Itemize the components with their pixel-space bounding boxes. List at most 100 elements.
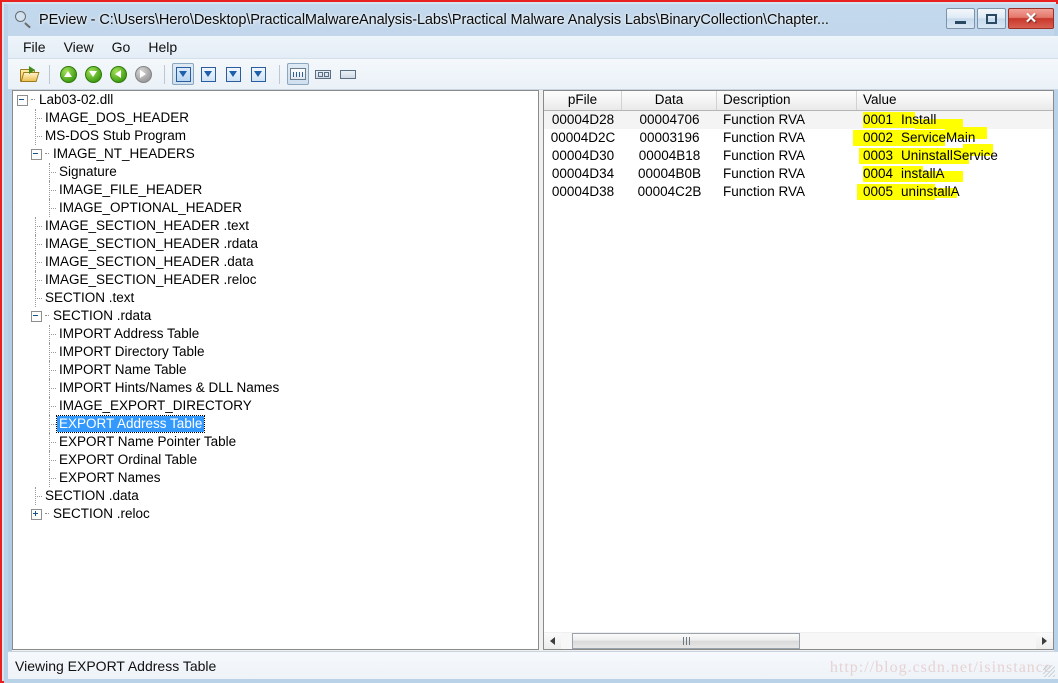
minimize-button[interactable] [946,8,975,29]
tree-item[interactable]: IMAGE_SECTION_HEADER .data [13,253,538,271]
tree-item[interactable]: IMPORT Name Table [13,361,538,379]
tree-item[interactable]: IMPORT Address Table [13,325,538,343]
tree-item[interactable]: EXPORT Address Table [13,415,538,433]
menu-item-go[interactable]: Go [104,38,139,56]
tree-item-label: SECTION .rdata [53,308,152,323]
tree-item[interactable]: IMAGE_DOS_HEADER [13,109,538,127]
tree-item[interactable]: IMAGE_NT_HEADERS [13,145,538,163]
value-ordinal: 0003 [863,148,894,163]
scroll-left-arrow[interactable] [544,632,561,649]
pe-data-table[interactable]: pFile Data Description Value 00004D28 000… [543,90,1054,650]
column-header-data[interactable]: Data [622,91,717,110]
value-ordinal: 0001 [863,112,894,127]
tree-connector [31,99,35,101]
cell-description: Function RVA [723,130,806,145]
table-row[interactable]: 00004D2C 00003196 Function RVA 0002 ServiceM… [544,127,1053,147]
view-single-button[interactable] [337,63,359,85]
cell-value: 0004 installA [857,165,1053,183]
tree-item-label: IMPORT Name Table [59,362,187,377]
scroll-right-arrow[interactable] [1036,632,1053,649]
horizontal-scrollbar[interactable] [543,632,1054,650]
tree-connector [45,343,57,361]
value-ordinal: 0005 [863,184,894,199]
toolbar [8,59,1058,90]
close-icon: ✕ [1024,10,1038,27]
view-detail-button[interactable] [287,63,309,85]
resize-grip[interactable] [1043,665,1055,677]
menu-item-view[interactable]: View [56,38,102,56]
tree-item-label: EXPORT Address Table [55,415,206,433]
tree-item[interactable]: SECTION .data [13,487,538,505]
table-row[interactable]: 00004D34 00004B0B Function RVA 0004 installA [544,165,1053,183]
tree-item[interactable]: IMPORT Directory Table [13,343,538,361]
go-back-button[interactable] [107,63,129,85]
tree-item[interactable]: IMPORT Hints/Names & DLL Names [13,379,538,397]
tree-item-label: IMAGE_SECTION_HEADER .data [45,254,254,269]
collapse-icon[interactable] [17,94,28,106]
split-view-icon [315,69,331,79]
tree-item-label: IMAGE_SECTION_HEADER .text [45,218,250,233]
toolbar-separator [49,64,50,84]
tree-item[interactable]: IMAGE_SECTION_HEADER .rdata [13,235,538,253]
collapse-icon[interactable] [31,148,42,160]
tree-item[interactable]: SECTION .reloc [13,505,538,523]
pe-structure-tree[interactable]: Lab03-02.dll IMAGE_DOS_HEADER MS-DOS Stub … [12,90,539,650]
show-header-button[interactable] [172,63,194,85]
tree-connector [45,315,49,317]
close-button[interactable]: ✕ [1008,8,1054,29]
tree-item[interactable]: IMAGE_SECTION_HEADER .reloc [13,271,538,289]
tree-item[interactable]: EXPORT Name Pointer Table [13,433,538,451]
cell-pfile: 00004D30 [551,148,615,163]
open-file-button[interactable] [17,63,39,85]
show-import-button[interactable] [222,63,244,85]
tree-item[interactable]: IMAGE_EXPORT_DIRECTORY [13,397,538,415]
folder-open-icon [19,66,39,82]
tree-item[interactable]: IMAGE_OPTIONAL_HEADER [13,199,538,217]
box-down-arrow-small-icon [225,66,241,82]
tree-item[interactable]: Lab03-02.dll [13,91,538,109]
tree-item-label: EXPORT Ordinal Table [59,452,198,467]
tree-connector [31,271,43,289]
list-view-icon [290,68,306,80]
tree-item-label: IMPORT Address Table [59,326,200,341]
tree-connector [45,325,57,343]
go-up-button[interactable] [57,63,79,85]
scrollbar-track[interactable] [561,632,1036,649]
maximize-button[interactable] [977,8,1006,29]
tree-item[interactable]: SECTION .text [13,289,538,307]
expand-icon[interactable] [31,508,42,520]
column-header-value[interactable]: Value [857,91,1053,110]
tree-item[interactable]: Signature [13,163,538,181]
table-row[interactable]: 00004D38 00004C2B Function RVA 0005 uninstal… [544,183,1053,201]
magnifier-icon [14,10,34,30]
column-header-pfile[interactable]: pFile [544,91,622,110]
window-title: PEview - C:\Users\Hero\Desktop\Practical… [39,12,829,28]
table-row[interactable]: 00004D30 00004B18 Function RVA 0003 Uninstal… [544,144,1053,165]
view-split-button[interactable] [312,63,334,85]
tree-item-label: Lab03-02.dll [39,92,114,107]
tree-item[interactable]: IMAGE_SECTION_HEADER .text [13,217,538,235]
cell-data: 00003196 [639,130,700,145]
cell-data: 00004706 [639,112,700,127]
value-export-name: ServiceMain [901,130,976,145]
column-header-description[interactable]: Description [717,91,857,110]
show-export-button[interactable] [247,63,269,85]
menu-item-help[interactable]: Help [140,38,185,56]
tree-item-label: IMAGE_SECTION_HEADER .rdata [45,236,259,251]
tree-item[interactable]: SECTION .rdata [13,307,538,325]
tree-item[interactable]: EXPORT Names [13,469,538,487]
go-down-button[interactable] [82,63,104,85]
value-export-name: installA [901,166,945,181]
tree-item[interactable]: MS-DOS Stub Program [13,127,538,145]
tree-connector [45,397,57,415]
title-bar[interactable]: PEview - C:\Users\Hero\Desktop\Practical… [8,4,1058,36]
menu-item-file[interactable]: File [15,38,54,56]
show-section-button[interactable] [197,63,219,85]
collapse-icon[interactable] [31,310,42,322]
scroll-thumb[interactable] [572,632,800,649]
table-row[interactable]: 00004D28 00004706 Function RVA 0001 Install [544,111,1053,129]
tree-item[interactable]: IMAGE_FILE_HEADER [13,181,538,199]
tree-connector [45,181,57,199]
tree-item-label: IMAGE_EXPORT_DIRECTORY [59,398,252,413]
tree-item[interactable]: EXPORT Ordinal Table [13,451,538,469]
